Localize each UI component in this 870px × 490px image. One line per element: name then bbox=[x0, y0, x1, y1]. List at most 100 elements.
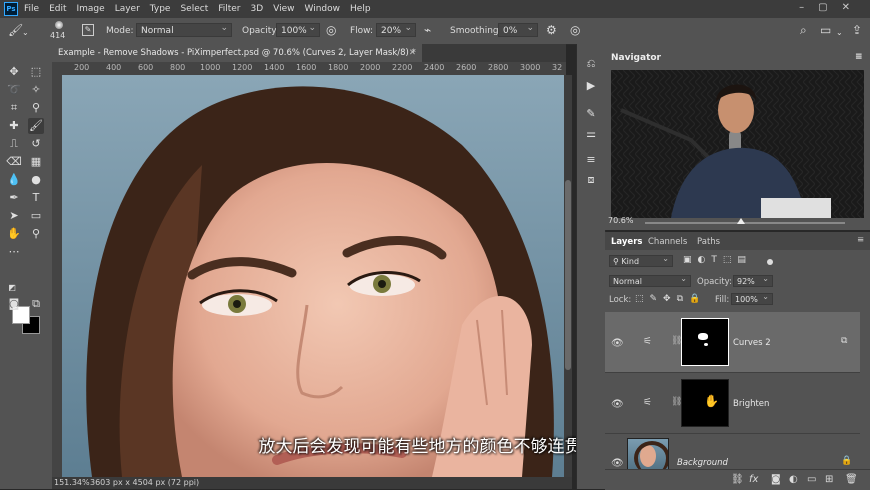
lock-icon[interactable]: 🔒 bbox=[841, 456, 852, 466]
opacity-field[interactable]: 100% bbox=[276, 21, 320, 37]
brush-settings-panel-icon[interactable]: ✎ bbox=[583, 106, 599, 122]
blur-tool-icon[interactable]: 💧 bbox=[6, 172, 22, 188]
screen-mode-icon[interactable]: ⧉ bbox=[28, 296, 44, 312]
smoothing-settings-gear-icon[interactable]: ⚙ bbox=[546, 24, 557, 36]
trash-icon[interactable]: 🗑 bbox=[845, 474, 858, 485]
menu-select[interactable]: Select bbox=[180, 4, 208, 14]
menu-view[interactable]: View bbox=[273, 4, 294, 14]
layer-filter-select[interactable]: ⚲ Kind bbox=[609, 253, 673, 267]
lock-icons[interactable]: ⬚✎✥⧉🔒 bbox=[635, 294, 706, 304]
smoothing-field[interactable]: 0% bbox=[498, 21, 538, 37]
mode-select[interactable]: Normal bbox=[136, 21, 232, 37]
eyedropper-tool-icon[interactable]: ⚲ bbox=[28, 100, 44, 116]
properties-panel-icon[interactable]: ≡ bbox=[583, 152, 599, 168]
adjustment-icon[interactable]: ◐ bbox=[789, 474, 798, 485]
filter-toggle-icon[interactable] bbox=[767, 259, 773, 265]
navigator-zoom-value[interactable]: 70.6% bbox=[608, 216, 633, 225]
tab-paths[interactable]: Paths bbox=[697, 237, 720, 247]
crop-tool-icon[interactable]: ⌗ bbox=[6, 100, 22, 116]
group-icon[interactable]: ▭ bbox=[807, 474, 816, 485]
layer-row-curves-2[interactable]: 👁 ⚟ ⛓ Curves 2 ⧉ bbox=[605, 312, 860, 373]
quick-selection-tool-icon[interactable]: ✧ bbox=[28, 82, 44, 98]
default-colors-icon[interactable]: ◩ bbox=[4, 280, 20, 296]
menu-image[interactable]: Image bbox=[77, 4, 105, 14]
pressure-opacity-icon[interactable]: ◎ bbox=[326, 24, 336, 36]
path-selection-tool-icon[interactable]: ➤ bbox=[6, 208, 22, 224]
navigator-title[interactable]: Navigator bbox=[611, 53, 661, 63]
eraser-tool-icon[interactable]: ⌫ bbox=[6, 154, 22, 170]
menu-window[interactable]: Window bbox=[305, 4, 341, 14]
menu-3d[interactable]: 3D bbox=[251, 4, 264, 14]
tab-channels[interactable]: Channels bbox=[648, 237, 687, 247]
layer-name[interactable]: Background bbox=[677, 458, 728, 468]
document-tab[interactable]: Example - Remove Shadows - PiXimperfect.… bbox=[52, 44, 422, 62]
scrollbar-thumb[interactable] bbox=[565, 180, 571, 370]
gradient-tool-icon[interactable]: ▦ bbox=[28, 154, 44, 170]
navigator-preview[interactable] bbox=[611, 70, 864, 218]
lasso-tool-icon[interactable]: ➰ bbox=[6, 82, 22, 98]
panel-menu-icon[interactable]: ≡ bbox=[857, 235, 864, 245]
brush-settings-icon[interactable]: ✎ bbox=[82, 24, 94, 36]
layer-mask-thumbnail[interactable]: ✋ bbox=[681, 379, 729, 427]
layer-opacity-field[interactable]: 92% bbox=[733, 273, 773, 287]
menu-filter[interactable]: Filter bbox=[218, 4, 240, 14]
history-brush-tool-icon[interactable]: ↺ bbox=[28, 136, 44, 152]
share-icon[interactable]: ⇪ bbox=[852, 24, 862, 36]
menu-layer[interactable]: Layer bbox=[115, 4, 140, 14]
fill-field[interactable]: 100% bbox=[731, 291, 773, 305]
airbrush-icon[interactable]: ⌁ bbox=[424, 24, 431, 36]
navigator-zoom-slider[interactable] bbox=[645, 218, 845, 224]
layer-row-brighten[interactable]: 👁 ⚟ ⛓ ✋ Brighten bbox=[605, 373, 860, 434]
healing-brush-tool-icon[interactable]: ✚ bbox=[6, 118, 22, 134]
layer-name[interactable]: Brighten bbox=[733, 399, 769, 409]
workspace-dropdown-icon[interactable]: ⌄ bbox=[836, 27, 843, 39]
type-tool-icon[interactable]: T bbox=[28, 190, 44, 206]
photoshop-logo-icon[interactable]: Ps bbox=[4, 2, 18, 16]
pen-tool-icon[interactable]: ✒ bbox=[6, 190, 22, 206]
history-panel-icon[interactable]: ⎌ bbox=[583, 56, 599, 72]
brush-tool-icon[interactable]: 🖌 bbox=[28, 118, 44, 134]
search-icon[interactable]: ⌕ bbox=[800, 24, 807, 36]
brush-tool-icon[interactable]: 🖌 bbox=[8, 24, 23, 36]
workspace-icon[interactable]: ▭ bbox=[820, 24, 831, 36]
layer-filter-icons[interactable]: ▣◐T⬚▤ bbox=[683, 255, 752, 265]
visibility-eye-icon[interactable]: 👁 bbox=[611, 399, 624, 410]
brush-preview-icon[interactable] bbox=[52, 21, 66, 31]
hand-tool-icon[interactable]: ✋ bbox=[6, 226, 22, 242]
layer-mask-thumbnail[interactable] bbox=[681, 318, 729, 366]
shape-tool-icon[interactable]: ▭ bbox=[28, 208, 44, 224]
panel-menu-icon[interactable]: ≡ bbox=[855, 52, 863, 62]
visibility-eye-icon[interactable]: 👁 bbox=[611, 458, 624, 469]
visibility-eye-icon[interactable]: 👁 bbox=[611, 338, 624, 349]
window-controls[interactable]: –▢✕ bbox=[799, 2, 864, 13]
layer-row-background[interactable]: 👁 Background 🔒 bbox=[605, 434, 860, 474]
pressure-size-icon[interactable]: ◎ bbox=[570, 24, 580, 36]
move-tool-icon[interactable]: ✥ bbox=[6, 64, 22, 80]
menu-file[interactable]: File bbox=[24, 4, 39, 14]
zoom-tool-icon[interactable]: ⚲ bbox=[28, 226, 44, 242]
more-tools-icon[interactable]: ⋯ bbox=[6, 244, 22, 260]
document-canvas[interactable] bbox=[62, 75, 564, 477]
menu-type[interactable]: Type bbox=[150, 4, 171, 14]
tab-layers[interactable]: Layers bbox=[611, 237, 642, 247]
blend-mode-select[interactable]: Normal bbox=[609, 273, 691, 287]
tool-preset-dropdown-icon[interactable]: ⌄ bbox=[22, 27, 29, 39]
clone-stamp-tool-icon[interactable]: ⎍ bbox=[6, 136, 22, 152]
brush-size-value[interactable]: 414 bbox=[50, 31, 65, 40]
link-icon[interactable]: ⛓ bbox=[731, 474, 744, 485]
marquee-tool-icon[interactable]: ⬚ bbox=[28, 64, 44, 80]
flow-field[interactable]: 20% bbox=[376, 21, 416, 37]
menu-help[interactable]: Help bbox=[350, 4, 371, 14]
slider-handle-icon[interactable] bbox=[737, 218, 745, 224]
layer-name[interactable]: Curves 2 bbox=[733, 338, 771, 348]
adjustments-panel-icon[interactable]: ⚌ bbox=[583, 126, 599, 142]
mask-icon[interactable]: ◙ bbox=[771, 474, 781, 485]
actions-panel-icon[interactable]: ▶ bbox=[583, 78, 599, 94]
new-layer-icon[interactable]: ⊞ bbox=[825, 474, 833, 485]
zoom-level[interactable]: 151.34% bbox=[54, 477, 90, 489]
dodge-tool-icon[interactable]: ● bbox=[28, 172, 44, 188]
channels-panel-icon[interactable]: ⧈ bbox=[583, 172, 599, 188]
close-tab-icon[interactable]: ✕ bbox=[409, 44, 416, 62]
quick-mask-icon[interactable]: ◙ bbox=[6, 296, 22, 312]
fx-icon[interactable]: fx bbox=[749, 474, 758, 485]
